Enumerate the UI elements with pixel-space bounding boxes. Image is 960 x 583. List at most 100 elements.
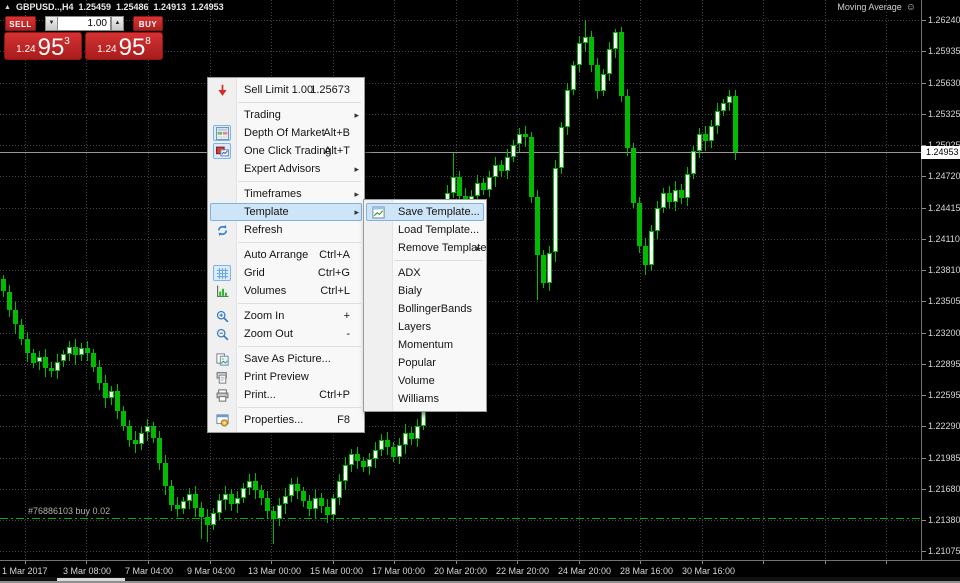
menu-item-layers[interactable]: Layers: [364, 318, 486, 336]
menu-item-grid[interactable]: GridCtrl+G: [208, 264, 364, 282]
menu-item-label: Zoom Out: [244, 325, 293, 343]
candle-body: [337, 481, 342, 499]
price-tick: [922, 83, 926, 84]
buy-button[interactable]: BUY: [133, 16, 163, 31]
submenu-arrow-icon: ▸: [354, 203, 359, 221]
menu-item-trading[interactable]: Trading▸: [208, 106, 364, 124]
menu-item-print[interactable]: Print...Ctrl+P: [208, 386, 364, 404]
buy-price-button[interactable]: 1.24 95 8: [85, 32, 163, 60]
menu-item-label: Refresh: [244, 221, 283, 239]
menu-separator: [208, 343, 364, 350]
menu-item-sell-limit-1-00[interactable]: Sell Limit 1.001.25673: [208, 81, 364, 99]
menu-item-remove-template[interactable]: Remove Template▸: [364, 239, 486, 257]
candle-body: [373, 450, 378, 459]
price-tick-label: 1.22895: [928, 360, 960, 369]
price-tick-label: 1.22290: [928, 422, 960, 431]
sell-price-button[interactable]: 1.24 95 3: [4, 32, 82, 60]
menu-item-save-template[interactable]: Save Template...: [364, 203, 486, 221]
menu-item-timeframes[interactable]: Timeframes▸: [208, 185, 364, 203]
time-tick: [86, 561, 87, 564]
menu-item-depth-of-market[interactable]: Depth Of MarketAlt+B: [208, 124, 364, 142]
menu-item-williams[interactable]: Williams: [364, 390, 486, 408]
candle-body: [559, 127, 564, 168]
candle-body: [85, 348, 90, 353]
candle-body: [67, 347, 72, 354]
price-tick-label: 1.21380: [928, 516, 960, 525]
h-gridline: [0, 145, 921, 146]
collapse-arrow-icon[interactable]: ▲: [4, 4, 11, 11]
menu-item-properties[interactable]: Properties...F8: [208, 411, 364, 429]
menu-item-popular[interactable]: Popular: [364, 354, 486, 372]
menu-item-volume[interactable]: Volume: [364, 372, 486, 390]
candle-body: [247, 481, 252, 488]
candle-body: [43, 357, 48, 367]
menu-item-label: Timeframes: [244, 185, 302, 203]
menu-item-one-click-trading[interactable]: One Click TradingAlt+T: [208, 142, 364, 160]
price-axis[interactable]: 1.262401.259351.256301.253251.250251.247…: [921, 0, 960, 560]
menu-item-template[interactable]: Template▸: [208, 203, 364, 221]
time-tick-label: 24 Mar 20:00: [558, 566, 611, 576]
time-tick: [394, 561, 395, 564]
menu-item-refresh[interactable]: Refresh: [208, 221, 364, 239]
refresh-icon: [213, 222, 231, 238]
price-tick-label: 1.23810: [928, 266, 960, 275]
price-tick: [922, 489, 926, 490]
menu-item-shortcut: Alt+B: [323, 124, 350, 142]
volume-increment-button[interactable]: ▲: [111, 16, 124, 31]
horizontal-scrollbar-thumb[interactable]: [57, 578, 125, 581]
candle-body: [31, 353, 36, 362]
candle-body: [721, 103, 726, 110]
menu-item-volumes[interactable]: VolumesCtrl+L: [208, 282, 364, 300]
v-gridline: [517, 0, 518, 560]
current-price-line: [0, 152, 921, 153]
candle-body: [481, 183, 486, 190]
menu-item-zoom-out[interactable]: Zoom Out-: [208, 325, 364, 343]
price-tick: [922, 114, 926, 115]
chart-title-bar: ▲ GBPUSD..,H4 1.25459 1.25486 1.24913 1.…: [4, 2, 229, 12]
time-tick: [763, 561, 764, 564]
time-axis[interactable]: 1 Mar 20173 Mar 08:007 Mar 04:009 Mar 04…: [0, 560, 960, 577]
price-tick: [922, 551, 926, 552]
candle-body: [625, 96, 630, 147]
v-gridline: [25, 0, 26, 560]
menu-item-auto-arrange[interactable]: Auto ArrangeCtrl+A: [208, 246, 364, 264]
menu-item-momentum[interactable]: Momentum: [364, 336, 486, 354]
price-tick-label: 1.21985: [928, 454, 960, 463]
candle-body: [565, 90, 570, 127]
candle-body: [349, 454, 354, 465]
time-tick: [333, 561, 334, 564]
candle-body: [169, 486, 174, 505]
menu-separator: [364, 257, 486, 264]
menu-item-shortcut: +: [344, 307, 350, 325]
price-tick-label: 1.21680: [928, 485, 960, 494]
candle-body: [595, 65, 600, 91]
menu-item-save-as-picture[interactable]: Save As Picture...: [208, 350, 364, 368]
menu-item-bialy[interactable]: Bialy: [364, 282, 486, 300]
menu-item-label: Bialy: [398, 282, 422, 300]
menu-item-expert-advisors[interactable]: Expert Advisors▸: [208, 160, 364, 178]
menu-item-zoom-in[interactable]: Zoom In+: [208, 307, 364, 325]
time-tick-label: 30 Mar 16:00: [682, 566, 735, 576]
v-gridline: [702, 0, 703, 560]
menu-item-load-template[interactable]: Load Template...: [364, 221, 486, 239]
candle-body: [139, 433, 144, 444]
candle-body: [199, 508, 204, 517]
candle-body: [181, 501, 186, 508]
price-tick: [922, 270, 926, 271]
v-gridline: [148, 0, 149, 560]
menu-item-label: Print...: [244, 386, 276, 404]
sell-limit-icon: [213, 82, 231, 98]
menu-item-bollingerbands[interactable]: BollingerBands: [364, 300, 486, 318]
current-price-box: 1.24953: [921, 146, 960, 159]
volume-input[interactable]: [57, 16, 111, 31]
time-tick: [640, 561, 641, 564]
candle-body: [415, 426, 420, 438]
candle-body: [547, 253, 552, 284]
menu-item-adx[interactable]: ADX: [364, 264, 486, 282]
sell-button[interactable]: SELL: [5, 16, 36, 31]
menu-item-label: Auto Arrange: [244, 246, 308, 264]
h-gridline: [0, 426, 921, 427]
menu-item-print-preview[interactable]: Print Preview: [208, 368, 364, 386]
menu-item-label: Popular: [398, 354, 436, 372]
time-tick-label: 17 Mar 00:00: [372, 566, 425, 576]
